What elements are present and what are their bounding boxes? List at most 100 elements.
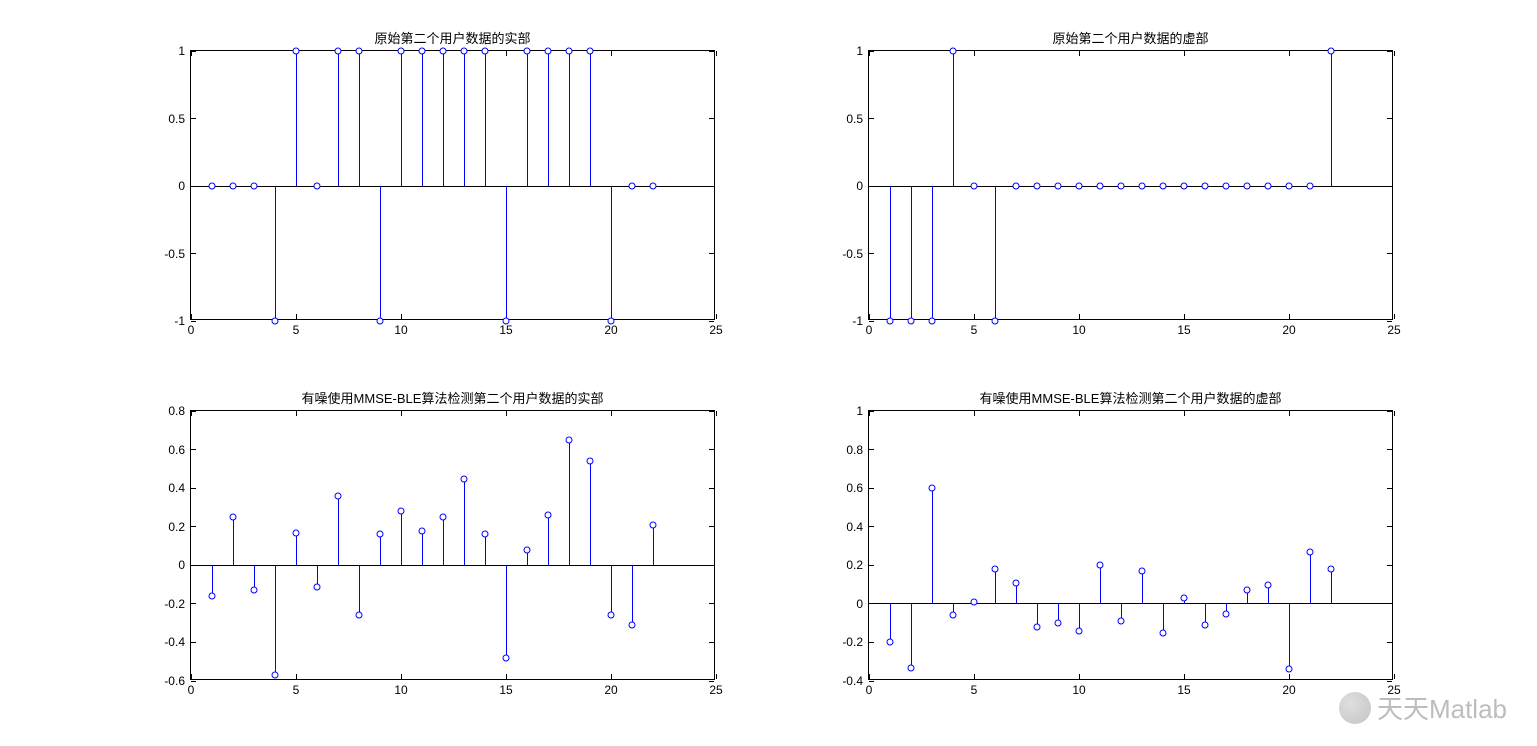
y-tick-label: 1 (856, 44, 869, 58)
y-tick-label: -0.4 (164, 635, 191, 649)
axes-box: -0.6-0.4-0.200.20.40.60.80510152025 (190, 410, 715, 680)
stem-line (359, 565, 360, 615)
stem-marker (503, 654, 510, 661)
baseline (869, 186, 1392, 187)
stem-marker (482, 531, 489, 538)
stem-marker (1076, 183, 1083, 190)
stem-line (485, 51, 486, 186)
stem-marker (1328, 48, 1335, 55)
stem-marker (1202, 183, 1209, 190)
baseline (191, 565, 714, 566)
stem-line (422, 51, 423, 186)
y-tick-label: 0.8 (168, 404, 191, 418)
chart-title: 原始第二个用户数据的实部 (190, 28, 715, 47)
stem-line (443, 517, 444, 565)
x-tick-label: 0 (188, 319, 195, 337)
stem-line (401, 511, 402, 565)
y-tick-label: -0.5 (842, 247, 869, 261)
stem-marker (1223, 183, 1230, 190)
stem-line (548, 51, 549, 186)
stem-marker (377, 318, 384, 325)
stem-line (911, 186, 912, 321)
stem-marker (1118, 618, 1125, 625)
y-tick-label: 0.4 (846, 520, 869, 534)
stem-line (401, 51, 402, 186)
stem-marker (461, 475, 468, 482)
stem-line (1289, 604, 1290, 670)
stem-marker (1013, 183, 1020, 190)
chart-title: 有噪使用MMSE-BLE算法检测第二个用户数据的实部 (190, 388, 715, 407)
stem-marker (1181, 183, 1188, 190)
y-tick-label: -0.5 (164, 247, 191, 261)
axes-box: -1-0.500.510510152025 (190, 50, 715, 320)
stem-line (464, 479, 465, 566)
stem-marker (908, 664, 915, 671)
axes-box: -1-0.500.510510152025 (868, 50, 1393, 320)
stem-marker (1202, 622, 1209, 629)
x-tick-label: 25 (1387, 319, 1400, 337)
stem-marker (503, 318, 510, 325)
stem-marker (545, 512, 552, 519)
stem-line (380, 186, 381, 321)
stem-marker (608, 612, 615, 619)
stem-marker (608, 318, 615, 325)
stem-line (611, 186, 612, 321)
stem-marker (566, 436, 573, 443)
stem-marker (482, 48, 489, 55)
stem-line (590, 51, 591, 186)
stem-line (611, 565, 612, 615)
x-tick-label: 0 (866, 319, 873, 337)
stem-line (296, 533, 297, 566)
y-tick-label: -0.2 (842, 635, 869, 649)
y-tick-label: 1 (856, 404, 869, 418)
stem-marker (1055, 620, 1062, 627)
stem-line (233, 517, 234, 565)
stem-line (995, 186, 996, 321)
stem-marker (251, 587, 258, 594)
stem-marker (293, 529, 300, 536)
stem-marker (929, 485, 936, 492)
stem-marker (545, 48, 552, 55)
stem-marker (1055, 183, 1062, 190)
stem-marker (272, 672, 279, 679)
stem-line (1331, 569, 1332, 604)
stem-marker (1139, 568, 1146, 575)
stem-marker (1244, 587, 1251, 594)
x-tick-label: 10 (394, 319, 407, 337)
stem-marker (314, 583, 321, 590)
stem-line (380, 534, 381, 565)
y-tick-label: 0 (178, 558, 191, 572)
y-tick-label: -0.2 (164, 597, 191, 611)
x-tick-label: 25 (709, 679, 722, 697)
y-tick-label: 0.4 (168, 481, 191, 495)
stem-marker (1013, 579, 1020, 586)
watermark-text: 天天Matlab (1377, 689, 1507, 726)
y-tick-label: 0.2 (846, 558, 869, 572)
stem-marker (1097, 562, 1104, 569)
y-tick-label: 0.6 (168, 443, 191, 457)
x-tick-label: 20 (1282, 319, 1295, 337)
stem-line (653, 525, 654, 566)
y-tick-label: 0.2 (168, 520, 191, 534)
stem-marker (1244, 183, 1251, 190)
stem-plot-tl: 原始第二个用户数据的实部-1-0.500.510510152025 (190, 50, 715, 320)
x-tick-label: 10 (394, 679, 407, 697)
x-tick-label: 0 (866, 679, 873, 697)
stem-plot-tr: 原始第二个用户数据的虚部-1-0.500.510510152025 (868, 50, 1393, 320)
stem-line (443, 51, 444, 186)
stem-marker (209, 593, 216, 600)
stem-marker (293, 48, 300, 55)
stem-marker (356, 48, 363, 55)
x-tick-label: 15 (1177, 679, 1190, 697)
x-tick-label: 15 (499, 679, 512, 697)
stem-marker (1034, 624, 1041, 631)
wechat-icon (1339, 692, 1371, 724)
x-tick-label: 15 (1177, 319, 1190, 337)
stem-marker (1160, 183, 1167, 190)
stem-line (359, 51, 360, 186)
stem-line (590, 461, 591, 565)
stem-line (296, 51, 297, 186)
stem-line (569, 51, 570, 186)
stem-line (338, 51, 339, 186)
stem-marker (1139, 183, 1146, 190)
